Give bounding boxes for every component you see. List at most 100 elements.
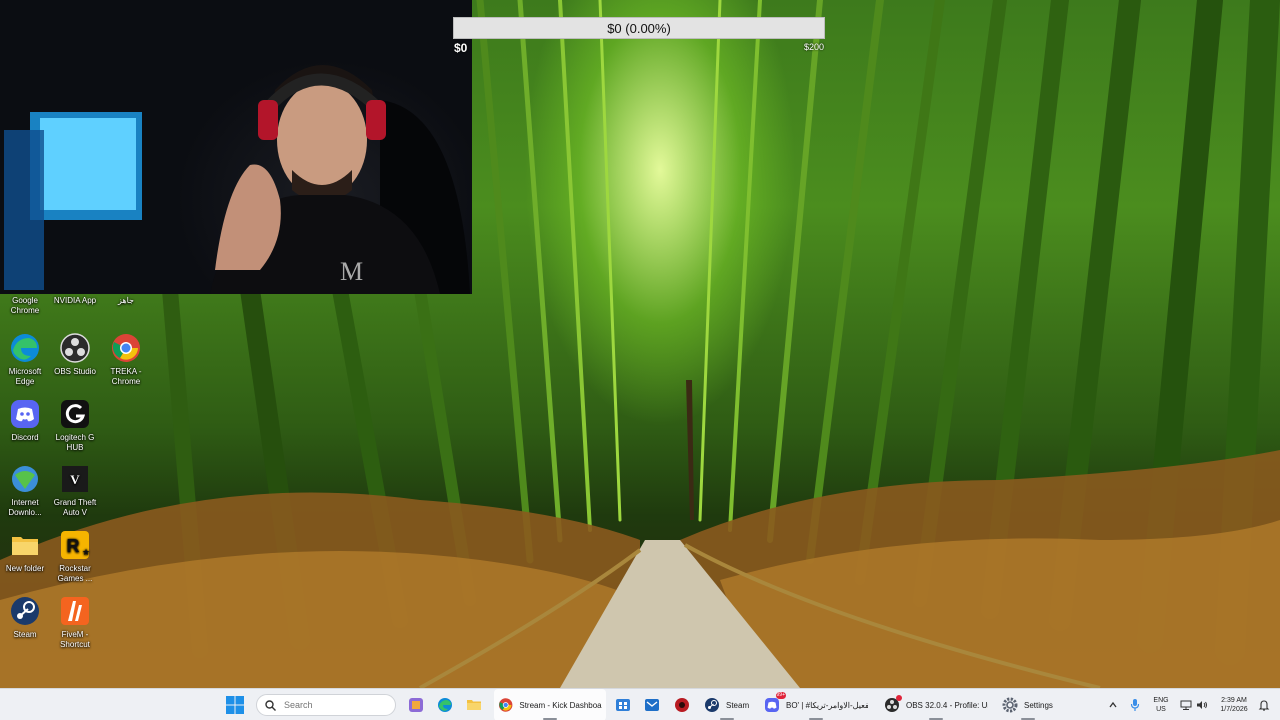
fivem-icon — [59, 595, 91, 627]
desktop-icon-label: Discord — [11, 433, 39, 442]
taskbar-app-label: OBS 32.0.4 - Profile: Unt — [906, 700, 988, 710]
notification-badge: 99+ — [775, 692, 786, 699]
desktop-icon-label: Google Chrome — [10, 296, 40, 315]
desktop-icon-nvidia-app[interactable]: NVIDIA App — [50, 296, 100, 306]
network-tray-button[interactable] — [1180, 689, 1192, 720]
desktop-icon-label: Steam — [13, 630, 37, 639]
desktop-icon-label: New folder — [5, 564, 45, 573]
taskbar: Stream - Kick Dashboard Steam 99+ BO' | … — [0, 688, 1280, 720]
taskbar-app-label: Settings — [1024, 700, 1053, 710]
desktop-icon-label: Internet Downlo... — [8, 498, 42, 517]
desktop-icon-label: Rockstar Games ... — [57, 564, 93, 583]
desktop-icon-obs-studio[interactable]: OBS Studio — [50, 332, 100, 377]
bell-icon — [1258, 700, 1270, 711]
taskbar-pinned-app[interactable] — [644, 689, 660, 720]
donation-goal-min: $0 — [454, 41, 468, 55]
recording-dot — [896, 695, 902, 701]
app-icon — [675, 698, 689, 712]
taskbar-pinned-app[interactable] — [408, 689, 424, 720]
taskbar-app-obs[interactable]: OBS 32.0.4 - Profile: Unt — [880, 689, 992, 720]
obs-icon-wrap — [884, 695, 902, 713]
desktop-icon-label: NVIDIA App — [53, 296, 97, 305]
chevron-up-icon — [1109, 701, 1117, 708]
gta-icon: V — [59, 463, 91, 495]
taskbar-app-chrome-kick[interactable]: Stream - Kick Dashboard — [494, 689, 606, 720]
logitech-icon — [59, 398, 91, 430]
donation-goal-text: $0 (0.00%) — [607, 20, 671, 36]
taskbar-app-label: Steam — [726, 700, 750, 710]
gear-icon — [1002, 697, 1018, 713]
microphone-icon — [1130, 699, 1140, 711]
search-icon — [265, 699, 276, 711]
desktop-icon-new-folder[interactable]: New folder — [0, 529, 50, 574]
desktop-icon-label: Microsoft Edge — [8, 367, 42, 386]
desktop-icon-rockstar-games[interactable]: R ★ Rockstar Games ... — [50, 529, 100, 584]
desktop-icon-label: TREKA - Chrome — [110, 367, 142, 386]
speaker-icon — [1197, 701, 1207, 709]
show-hidden-icons-button[interactable] — [1108, 689, 1120, 720]
store-icon — [616, 699, 630, 711]
folder-icon — [467, 700, 481, 710]
desktop-icon-label: Grand Theft Auto V — [53, 498, 97, 517]
folder-icon — [9, 529, 41, 561]
microphone-tray-button[interactable] — [1130, 689, 1142, 720]
desktop-icon-logitech-g-hub[interactable]: Logitech G HUB — [50, 398, 100, 453]
taskbar-pinned-app[interactable] — [437, 689, 453, 720]
volume-tray-button[interactable] — [1196, 689, 1208, 720]
desktop-icon-file[interactable]: جاهز — [101, 296, 151, 306]
discord-icon-wrap: 99+ — [764, 692, 786, 713]
donation-goal-max: $200 — [804, 42, 825, 52]
taskbar-app-settings[interactable]: Settings — [998, 689, 1058, 720]
taskbar-app-steam[interactable]: Steam — [700, 689, 754, 720]
clock[interactable]: 2:39 AM 1/7/2026 — [1214, 689, 1254, 720]
svg-text:★: ★ — [82, 547, 90, 557]
clock-time: 2:39 AM — [1221, 697, 1247, 704]
desktop-icon-steam[interactable]: Steam — [0, 595, 50, 640]
svg-text:R: R — [67, 536, 80, 556]
rockstar-icon: R ★ — [59, 529, 91, 561]
notifications-button[interactable] — [1258, 689, 1272, 720]
donation-goal-bar: $0 (0.00%) — [453, 17, 825, 39]
taskbar-app-label: Stream - Kick Dashboard — [519, 700, 602, 710]
desktop-icon-label: Logitech G HUB — [55, 433, 95, 452]
taskbar-search[interactable] — [256, 694, 396, 716]
network-icon — [1180, 700, 1192, 710]
clock-date: 1/7/2026 — [1220, 706, 1248, 713]
desktop-icon-discord[interactable]: Discord — [0, 398, 50, 443]
svg-text:V: V — [70, 472, 80, 487]
taskbar-app-discord[interactable]: 99+ BO' | #تفعيل-الاوامر-تريكا — [760, 689, 872, 720]
discord-icon — [9, 398, 41, 430]
desktop-icon-label: جاهز — [117, 296, 134, 305]
desktop-icon-fivem[interactable]: FiveM - Shortcut — [50, 595, 100, 650]
desktop-icon-label: OBS Studio — [54, 367, 96, 376]
obs-icon — [59, 332, 91, 364]
region-label: US — [1156, 706, 1166, 713]
desktop-icon-label: FiveM - Shortcut — [60, 630, 90, 649]
desktop-icon-microsoft-edge[interactable]: Microsoft Edge — [0, 332, 50, 387]
search-input[interactable] — [284, 700, 384, 710]
taskbar-file-explorer[interactable] — [466, 689, 482, 720]
discord-icon — [765, 698, 779, 712]
webcam-feed: M — [0, 0, 472, 294]
steam-icon — [9, 595, 41, 627]
taskbar-pinned-app[interactable] — [674, 689, 690, 720]
idm-icon — [9, 463, 41, 495]
edge-icon — [438, 698, 452, 712]
language-indicator[interactable]: ENG US — [1150, 689, 1172, 720]
chrome-icon — [110, 332, 142, 364]
desktop-icon-google-chrome[interactable]: Google Chrome — [0, 296, 50, 316]
start-button[interactable] — [226, 689, 248, 720]
svg-text:M: M — [340, 257, 363, 286]
language-label: ENG — [1153, 697, 1169, 704]
edge-icon — [9, 332, 41, 364]
taskbar-app-label: BO' | #تفعيل-الاوامر-تريكا — [786, 700, 868, 710]
outlook-icon — [645, 699, 659, 711]
desktop-icon-gta-v[interactable]: V Grand Theft Auto V — [50, 463, 100, 518]
desktop-icon-internet-download-manager[interactable]: Internet Downlo... — [0, 463, 50, 518]
taskbar-pinned-app[interactable] — [615, 689, 631, 720]
windows-logo-icon — [226, 696, 244, 714]
app-icon — [409, 698, 423, 712]
chrome-icon — [498, 698, 513, 712]
steam-icon — [705, 698, 719, 712]
desktop-icon-treka-chrome[interactable]: TREKA - Chrome — [101, 332, 151, 387]
